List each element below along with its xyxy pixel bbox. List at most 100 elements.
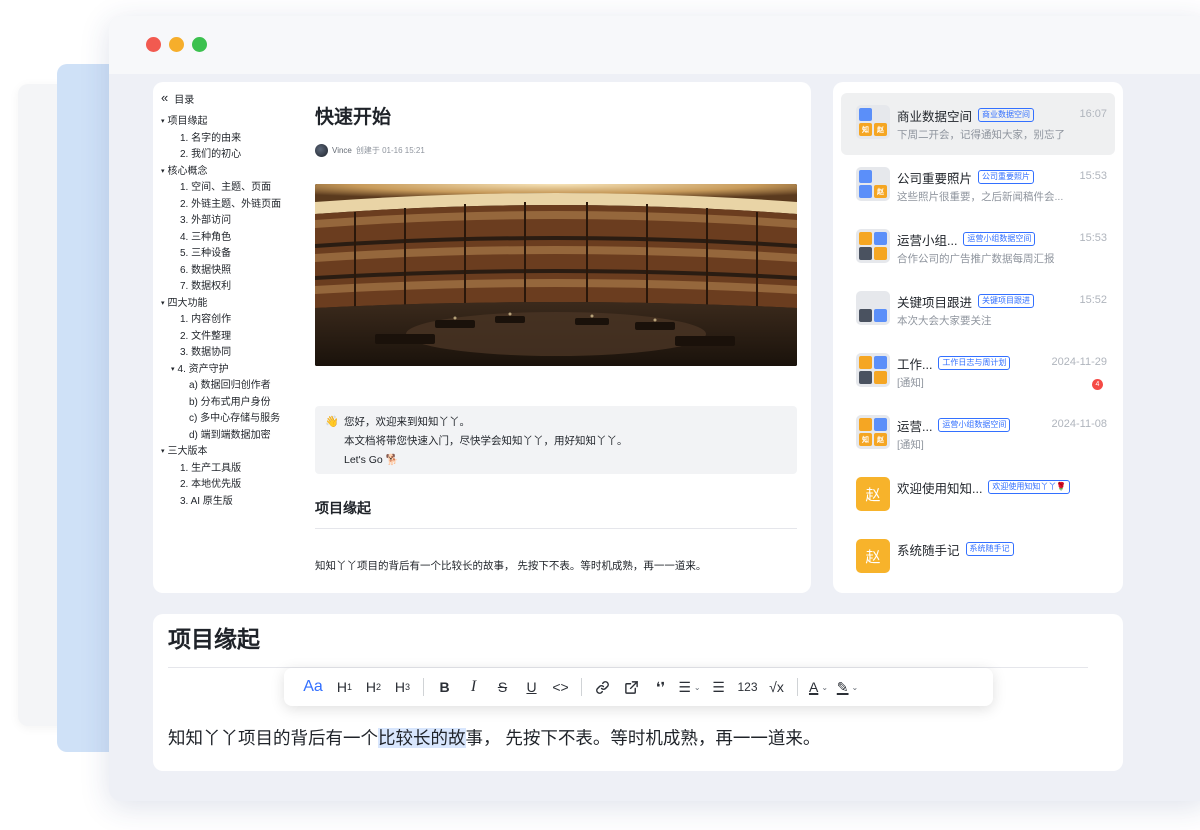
close-window-button[interactable] — [146, 37, 161, 52]
toc-item[interactable]: 2. 本地优先版 — [161, 477, 311, 494]
callout-line: 本文档将带您快速入门，尽快学会知知丫丫，用好知知丫丫。 — [344, 435, 628, 447]
author-name[interactable]: Vince — [332, 146, 352, 155]
toc-item[interactable]: 3. 外部访问 — [161, 213, 311, 230]
caret-down-icon[interactable]: ▾ — [161, 296, 165, 313]
bold-button[interactable]: B — [430, 673, 459, 701]
toc-item[interactable]: 1. 名字的由来 — [161, 131, 311, 148]
toc-item-label: d) 端到端数据加密 — [189, 429, 271, 441]
toc-item[interactable]: 1. 空间、主题、页面 — [161, 180, 311, 197]
editor-paragraph[interactable]: 知知丫丫项目的背后有一个比较长的故事， 先按下不表。等时机成熟，再一一道来。 — [168, 725, 820, 750]
toc-item[interactable]: 1. 生产工具版 — [161, 461, 311, 478]
chevron-down-icon: ⌄ — [821, 682, 829, 692]
toc-item[interactable]: 1. 内容创作 — [161, 312, 311, 329]
space-tag: 关键项目跟进 — [978, 294, 1035, 308]
toc-item[interactable]: 2. 文件整理 — [161, 329, 311, 346]
bullet-list-icon[interactable]: ☰ — [704, 673, 733, 701]
toc-item-label: 2. 我们的初心 — [180, 149, 242, 160]
highlight-dropdown[interactable]: ✎ ⌄ — [833, 673, 862, 701]
toc-item[interactable]: ▾ 4. 资产守护 — [161, 362, 311, 379]
font-color-dropdown[interactable]: A ⌄ — [804, 673, 833, 701]
collapse-icon[interactable]: « — [161, 91, 168, 104]
strikethrough-button[interactable]: S — [488, 673, 517, 701]
avatar-tile — [874, 418, 887, 431]
conversation-item[interactable]: 赵系统随手记 系统随手记 — [841, 527, 1115, 589]
avatar-tile: 赵 — [874, 123, 887, 136]
toc-item[interactable]: 2. 我们的初心 — [161, 147, 311, 164]
caret-down-icon[interactable]: ▾ — [171, 362, 175, 379]
avatar-tile: 知 — [859, 123, 872, 136]
minimize-window-button[interactable] — [169, 37, 184, 52]
align-icon: ☰ — [678, 678, 691, 695]
avatar-tile — [859, 170, 872, 183]
conversation-item[interactable]: 工作... 工作日志与周计划 2024-11-29 [通知] 4 — [841, 341, 1115, 403]
conversation-header: 欢迎使用知知... 欢迎使用知知丫丫🌹 — [897, 478, 1105, 496]
toc-header[interactable]: « 目录 — [161, 90, 311, 106]
align-dropdown[interactable]: ☰ ⌄ — [675, 673, 704, 701]
heading3-button[interactable]: H3 — [388, 673, 417, 701]
toc-item[interactable]: ▾ 三大版本 — [161, 444, 311, 461]
conversation-name: 工作... — [897, 357, 933, 372]
space-tag: 公司重要照片 — [978, 170, 1035, 184]
toc-item[interactable]: ▾ 核心概念 — [161, 164, 311, 181]
heading1-button[interactable]: H1 — [330, 673, 359, 701]
heading2-button[interactable]: H2 — [359, 673, 388, 701]
toolbar-separator — [581, 678, 582, 696]
toc-item-label: 1. 空间、主题、页面 — [180, 182, 272, 193]
editor-heading[interactable]: 项目缘起 — [168, 620, 260, 654]
conversation-item[interactable]: 关键项目跟进 关键项目跟进 15:52 本次大会大家要关注 — [841, 279, 1115, 341]
section-paragraph: 知知丫丫项目的背后有一个比较长的故事， 先按下不表。等时机成熟，再一一道来。 — [315, 560, 707, 572]
toc-item[interactable]: 5. 三种设备 — [161, 246, 311, 263]
italic-button[interactable]: I — [459, 673, 488, 701]
toc-item[interactable]: a) 数据回归创作者 — [161, 378, 311, 395]
avatar-tile — [859, 232, 872, 245]
external-link-icon[interactable] — [617, 673, 646, 701]
text-style-button[interactable]: Aa — [296, 673, 330, 701]
toc-item[interactable]: ▾ 项目缘起 — [161, 114, 311, 131]
underline-button[interactable]: U — [517, 673, 546, 701]
link-icon[interactable] — [588, 673, 617, 701]
created-time: 创建于 01-16 15:21 — [355, 146, 425, 155]
conversation-time: 2024-11-08 — [1051, 418, 1107, 430]
toc-item[interactable]: 3. 数据协同 — [161, 345, 311, 362]
toc-item-label: 三大版本 — [167, 446, 208, 457]
toc-item[interactable]: b) 分布式用户身份 — [161, 395, 311, 412]
toc-item-label: 1. 内容创作 — [180, 314, 232, 325]
heading3-sub: 3 — [405, 682, 411, 692]
quote-button[interactable]: ❛❜ — [646, 673, 675, 701]
conversation-header: 商业数据空间 商业数据空间 — [897, 106, 1105, 124]
toc-item-label: 3. 外部访问 — [180, 215, 232, 226]
conversation-header: 关键项目跟进 关键项目跟进 — [897, 292, 1105, 310]
toc-item[interactable]: 3. AI 原生版 — [161, 494, 311, 511]
toc-item-label: 4. 资产守护 — [177, 363, 229, 375]
conversation-header: 运营小组... 运营小组数据空间 — [897, 230, 1105, 248]
avatar-tile — [874, 108, 887, 121]
avatar-tile — [874, 232, 887, 245]
toc-item[interactable]: 7. 数据权利 — [161, 279, 311, 296]
space-tag: 工作日志与周计划 — [938, 356, 1011, 370]
toc-item[interactable]: d) 端到端数据加密 — [161, 428, 311, 445]
avatar-tile: 赵 — [874, 185, 887, 198]
caret-down-icon[interactable]: ▾ — [161, 114, 165, 131]
conversation-item[interactable]: 知赵商业数据空间 商业数据空间 16:07 下周二开会，记得通知大家，别忘了 — [841, 93, 1115, 155]
conversation-item[interactable]: 运营小组... 运营小组数据空间 15:53 合作公司的广告推广数据每周汇报 — [841, 217, 1115, 279]
conversation-item[interactable]: 知赵运营... 运营小组数据空间 2024-11-08 [通知] — [841, 403, 1115, 465]
conversation-item[interactable]: 赵欢迎使用知知... 欢迎使用知知丫丫🌹 — [841, 465, 1115, 527]
toc-item[interactable]: ▾ 四大功能 — [161, 296, 311, 313]
toc-item[interactable]: 4. 三种角色 — [161, 230, 311, 247]
conversation-item[interactable]: 赵公司重要照片 公司重要照片 15:53 这些照片很重要，之后新闻稿件会... — [841, 155, 1115, 217]
toc-item[interactable]: 2. 外链主题、外链页面 — [161, 197, 311, 214]
conversation-time: 16:07 — [1079, 108, 1107, 120]
caret-down-icon[interactable]: ▾ — [161, 444, 165, 461]
formula-button[interactable]: √x — [762, 673, 791, 701]
toc-item[interactable]: c) 多中心存储与服务 — [161, 411, 311, 428]
maximize-window-button[interactable] — [192, 37, 207, 52]
numbered-list-button[interactable]: 123 — [733, 673, 762, 701]
heading1-sub: 1 — [347, 682, 353, 692]
caret-down-icon[interactable]: ▾ — [161, 164, 165, 181]
selected-text[interactable]: 比较长的故 — [378, 728, 466, 748]
author-avatar[interactable] — [315, 144, 328, 157]
inline-code-button[interactable]: <> — [546, 673, 575, 701]
message-preview: 本次大会大家要关注 — [897, 315, 992, 327]
toc-item[interactable]: 6. 数据快照 — [161, 263, 311, 280]
library-photo[interactable] — [315, 184, 797, 366]
